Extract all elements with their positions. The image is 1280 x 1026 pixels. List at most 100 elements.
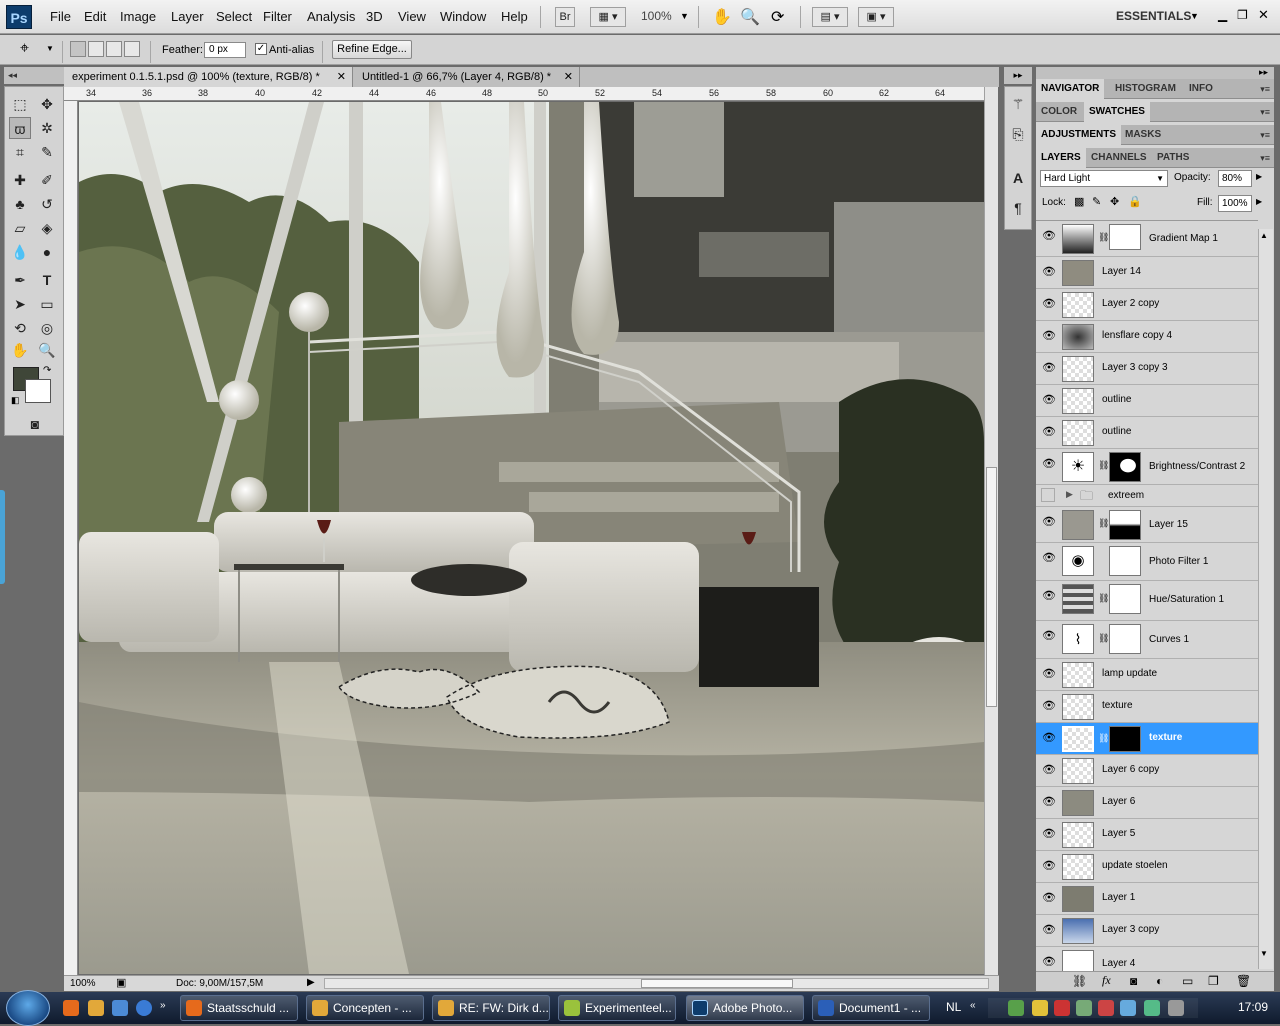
- menu-view[interactable]: View: [398, 9, 426, 24]
- eye-icon[interactable]: 👁: [1042, 330, 1056, 342]
- taskbar-button[interactable]: RE: FW: Dirk d...: [432, 995, 550, 1021]
- expand-arrow-icon[interactable]: ▶: [1066, 489, 1073, 500]
- subtract-selection-button[interactable]: [106, 41, 122, 57]
- menu-select[interactable]: Select: [216, 9, 252, 24]
- layer-row[interactable]: 👁 update stoelen: [1036, 851, 1258, 883]
- taskbar-button[interactable]: Staatsschuld ...: [180, 995, 298, 1021]
- menu-image[interactable]: Image: [120, 9, 156, 24]
- chevron-down-icon[interactable]: ▼: [46, 44, 54, 53]
- clone-stamp-icon[interactable]: ♣: [9, 193, 31, 215]
- eye-icon[interactable]: 👁: [1042, 700, 1056, 712]
- layer-row[interactable]: 👁 texture: [1036, 691, 1258, 723]
- eye-icon[interactable]: 👁: [1042, 426, 1056, 438]
- intersect-selection-button[interactable]: [124, 41, 140, 57]
- chevron-down-icon[interactable]: ▼: [1190, 11, 1199, 21]
- taskbar-button[interactable]: Experimenteel...: [558, 995, 676, 1021]
- pen-tool-icon[interactable]: ✒: [9, 269, 31, 291]
- panel-menu-icon[interactable]: ▾≡: [1260, 153, 1270, 164]
- dock-header[interactable]: ▸▸: [1036, 67, 1274, 79]
- healing-brush-icon[interactable]: ✚: [9, 169, 31, 191]
- status-menu-arrow-icon[interactable]: ▶: [307, 977, 315, 988]
- trash-icon[interactable]: 🗑: [1236, 974, 1251, 988]
- screen-mode-button[interactable]: ▣ ▾: [858, 7, 894, 27]
- quick-mask-icon[interactable]: ◙: [24, 413, 46, 435]
- layer-row[interactable]: 👁 Layer 6 copy: [1036, 755, 1258, 787]
- new-selection-button[interactable]: [70, 41, 86, 57]
- more-icon[interactable]: »: [160, 1000, 166, 1011]
- tab-layers[interactable]: LAYERS: [1036, 148, 1086, 168]
- path-selection-icon[interactable]: ➤: [9, 293, 31, 315]
- rotate-view-icon[interactable]: ⟳: [771, 7, 784, 27]
- panel-collapse-header[interactable]: ▸▸: [1004, 67, 1032, 84]
- clone-source-icon[interactable]: ⎘: [1007, 123, 1029, 145]
- view-extras-button[interactable]: ▦ ▾: [590, 7, 626, 27]
- refine-edge-button[interactable]: Refine Edge...: [332, 40, 412, 59]
- tab-color[interactable]: COLOR: [1036, 102, 1082, 122]
- zoom-tool-icon[interactable]: 🔍: [740, 7, 760, 27]
- layer-row[interactable]: 👁 ⛓ Gradient Map 1: [1036, 221, 1258, 257]
- panel-menu-icon[interactable]: ▾≡: [1260, 107, 1270, 118]
- quicklaunch-icon[interactable]: [88, 1000, 104, 1016]
- fill-arrow-icon[interactable]: ▶: [1256, 197, 1262, 206]
- scroll-thumb[interactable]: [986, 467, 997, 707]
- eye-icon[interactable]: 👁: [1042, 668, 1056, 680]
- menu-layer[interactable]: Layer: [171, 9, 204, 24]
- eye-icon[interactable]: 👁: [1042, 298, 1056, 310]
- zoom-tool-icon[interactable]: 🔍: [36, 339, 58, 361]
- eraser-icon[interactable]: ▱: [9, 217, 31, 239]
- tab-masks[interactable]: MASKS: [1120, 125, 1166, 145]
- restore-icon[interactable]: ❐: [1237, 8, 1248, 22]
- panel-menu-icon[interactable]: ▾≡: [1260, 84, 1270, 95]
- vertical-scrollbar[interactable]: [984, 87, 998, 975]
- opacity-input[interactable]: 80%: [1218, 170, 1252, 187]
- lock-pixels-icon[interactable]: ✎: [1092, 195, 1101, 208]
- eye-icon[interactable]: 👁: [1042, 764, 1056, 776]
- menu-edit[interactable]: Edit: [84, 9, 106, 24]
- lock-position-icon[interactable]: ✥: [1110, 195, 1119, 208]
- crop-tool-icon[interactable]: ⌗: [9, 141, 31, 163]
- polygonal-lasso-icon[interactable]: ⌖: [20, 40, 29, 58]
- eye-icon[interactable]: 👁: [1042, 828, 1056, 840]
- scroll-down-icon[interactable]: ▼: [1260, 949, 1268, 958]
- brush-presets-icon[interactable]: ⚚: [1007, 93, 1029, 115]
- more-icon[interactable]: «: [970, 1000, 976, 1011]
- hand-tool-icon[interactable]: ✋: [9, 339, 31, 361]
- menu-help[interactable]: Help: [501, 9, 528, 24]
- eye-icon[interactable]: 👁: [1042, 630, 1056, 642]
- network-icon[interactable]: [1144, 1000, 1160, 1016]
- volume-icon[interactable]: [1168, 1000, 1184, 1016]
- bridge-button[interactable]: Br: [555, 7, 575, 27]
- layer-row[interactable]: 👁 ◉ Photo Filter 1: [1036, 543, 1258, 581]
- layer-row[interactable]: 👁 ⛓ Hue/Saturation 1: [1036, 581, 1258, 621]
- lasso-tool-icon[interactable]: ϖ: [9, 117, 31, 139]
- tab-paths[interactable]: PATHS: [1152, 148, 1194, 168]
- character-panel-icon[interactable]: A: [1007, 167, 1029, 189]
- status-icon[interactable]: ▣: [116, 976, 126, 989]
- layer-row[interactable]: 👁 outline: [1036, 385, 1258, 417]
- lock-transparency-icon[interactable]: ▩: [1074, 195, 1084, 208]
- menu-filter[interactable]: Filter: [263, 9, 292, 24]
- eye-icon[interactable]: 👁: [1042, 956, 1056, 968]
- swap-colors-icon[interactable]: ↷: [43, 365, 51, 376]
- eye-icon[interactable]: 👁: [1042, 552, 1056, 564]
- new-group-icon[interactable]: ▭: [1182, 974, 1193, 988]
- feather-input[interactable]: 0 px: [204, 42, 246, 58]
- tray-icon[interactable]: [1032, 1000, 1048, 1016]
- new-adjustment-icon[interactable]: ◐: [1156, 974, 1163, 988]
- layer-row-selected[interactable]: 👁 ⛓ texture: [1036, 723, 1258, 755]
- clock[interactable]: 17:09: [1238, 1000, 1268, 1014]
- layer-row[interactable]: 👁 Layer 6: [1036, 787, 1258, 819]
- fill-input[interactable]: 100%: [1218, 195, 1252, 212]
- close-icon[interactable]: ✕: [1258, 7, 1269, 23]
- scroll-up-icon[interactable]: ▲: [1260, 231, 1268, 240]
- tray-icon[interactable]: [1098, 1000, 1114, 1016]
- ie-icon[interactable]: [136, 1000, 152, 1016]
- eyedropper-icon[interactable]: ✎: [36, 141, 58, 163]
- eye-icon[interactable]: 👁: [1042, 732, 1056, 744]
- eye-icon[interactable]: 👁: [1042, 516, 1056, 528]
- new-layer-icon[interactable]: ❐: [1208, 974, 1219, 988]
- arrange-documents-button[interactable]: ▤ ▾: [812, 7, 848, 27]
- hand-tool-icon[interactable]: ✋: [712, 7, 732, 27]
- tray-icon[interactable]: [1076, 1000, 1092, 1016]
- language-indicator[interactable]: NL: [946, 1000, 961, 1014]
